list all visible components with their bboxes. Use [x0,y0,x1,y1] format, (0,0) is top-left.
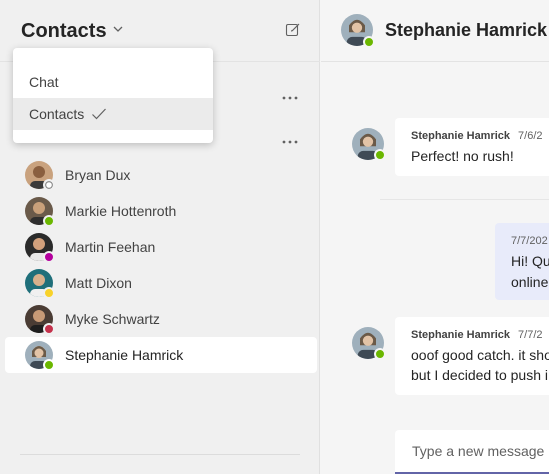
conversation-title: Stephanie Hamrick [385,20,548,40]
menu-item-contacts[interactable]: Contacts [13,98,213,130]
pane-title[interactable]: Contacts [21,20,107,43]
contact-name: Martin Feehan [65,239,156,255]
message-time: 7/6/2 [518,130,543,142]
status-available-icon [363,36,375,48]
menu-item-label: Chat [29,74,59,90]
contact-name: Stephanie Hamrick [65,347,184,363]
message-sender: Stephanie Hamrick [411,130,511,142]
menu-item-label: Contacts [29,106,85,122]
contact-item[interactable]: Stephanie Hamrick [5,337,317,373]
contact-item[interactable]: Bryan Dux [5,157,317,193]
status-offline-icon [43,179,55,191]
divider [20,454,300,455]
message-text: but I decided to push i [411,367,548,383]
status-available-icon [43,215,55,227]
more-options-icon[interactable] [281,94,299,102]
status-busy-icon [43,323,55,335]
contact-item[interactable]: Myke Schwartz [5,301,317,337]
status-available-icon [43,359,55,371]
conversation-pane: Stephanie Hamrick Stephanie Hamrick 7/6/2… [321,0,549,474]
status-away-icon [43,287,55,299]
more-options-icon[interactable] [281,138,299,146]
contact-name: Bryan Dux [65,167,131,183]
new-chat-icon[interactable] [285,22,301,38]
conversation-header: Stephanie Hamrick [321,0,549,62]
contact-name: Myke Schwartz [65,311,160,327]
message-text: ooof good catch. it sho [411,347,549,363]
message-sender: Stephanie Hamrick [411,329,511,341]
view-switcher-menu: Chat Contacts [13,48,213,143]
message-meta: Stephanie Hamrick 7/6/2 [411,130,543,142]
status-presenting-icon [43,251,55,263]
message-compose-box[interactable]: Type a new message [395,430,549,474]
status-available-icon [374,149,386,161]
message-time: 7/7/2 [518,329,543,341]
message-text: online [511,274,549,290]
status-available-icon [374,348,386,360]
checkmark-icon [92,108,106,120]
contact-item[interactable]: Martin Feehan [5,229,317,265]
message-text: Hi! Qu [511,253,549,269]
contact-name: Markie Hottenroth [65,203,177,219]
message-time: 7/7/202 [511,235,548,247]
message-bubble[interactable]: Stephanie Hamrick 7/7/2 ooof good catch. … [395,317,549,395]
message-meta: Stephanie Hamrick 7/7/2 [411,329,543,341]
contact-item[interactable]: Markie Hottenroth [5,193,317,229]
message-bubble-mine[interactable]: 7/7/202 Hi! Qu online [495,223,549,300]
message-text: Perfect! no rush! [411,148,514,164]
contact-name: Matt Dixon [65,275,132,291]
chevron-down-icon[interactable] [111,22,125,36]
contact-item[interactable]: Matt Dixon [5,265,317,301]
compose-placeholder: Type a new message [412,443,545,459]
divider [380,199,549,200]
message-bubble[interactable]: Stephanie Hamrick 7/6/2 Perfect! no rush! [395,118,549,176]
menu-item-chat[interactable]: Chat [13,66,213,98]
